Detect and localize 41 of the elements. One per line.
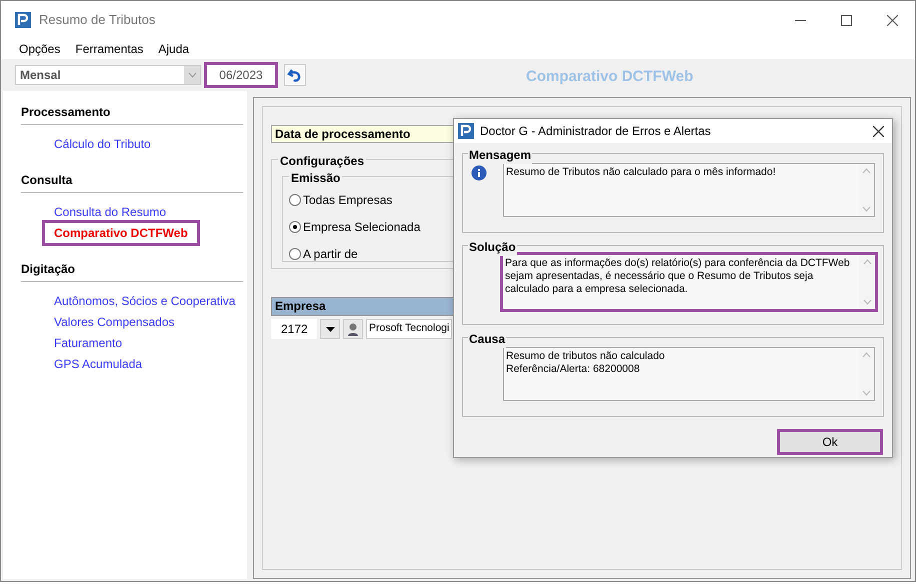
triangle-down-icon bbox=[326, 326, 334, 332]
section-heading: Consulta bbox=[21, 171, 243, 193]
window-title: Resumo de Tributos bbox=[39, 11, 156, 30]
company-code-field[interactable]: 2172 bbox=[271, 319, 317, 339]
radio-label: A partir de bbox=[303, 246, 358, 263]
message-text: Para que as informações do(s) relatório(s) para conferência da DCTFWeb sejam apresentadas, é necessário que o Resumo de Tributos seja calculado para a empresa selecionada. bbox=[504, 256, 851, 297]
close-icon bbox=[872, 126, 884, 136]
menu-item[interactable]: Ferramentas bbox=[75, 40, 144, 58]
dropdown-button[interactable] bbox=[320, 319, 340, 339]
sidebar-link[interactable]: Cálculo do Tributo bbox=[54, 135, 151, 153]
radio-button[interactable] bbox=[289, 221, 301, 233]
sidebar-link[interactable]: Faturamento bbox=[54, 334, 122, 352]
sidebar-link[interactable]: GPS Acumulada bbox=[54, 355, 142, 373]
undo-button[interactable] bbox=[284, 64, 306, 86]
message-text: Resumo de tributos não calculado Referência/Alerta: 68200008 bbox=[505, 349, 666, 377]
search-company-button[interactable] bbox=[343, 319, 363, 339]
ok-button[interactable]: Ok bbox=[780, 432, 880, 452]
person-icon bbox=[346, 322, 360, 336]
radio-label: Empresa Selecionada bbox=[303, 219, 420, 236]
radio-button[interactable] bbox=[289, 248, 301, 260]
section-heading: Processamento bbox=[21, 103, 243, 125]
radio-label: Todas Empresas bbox=[303, 192, 392, 209]
date-field[interactable]: 06/2023 bbox=[207, 65, 275, 85]
message-text: Resumo de Tributos não calculado para o mês informado! bbox=[505, 165, 777, 180]
section-heading: Digitação bbox=[21, 260, 243, 282]
sidebar-link[interactable]: Consulta do Resumo bbox=[54, 203, 166, 221]
sidebar-link[interactable]: Autônomos, Sócios e Cooperativa bbox=[54, 292, 236, 310]
dialog-title: Doctor G - Administrador de Erros e Alertas bbox=[480, 123, 711, 140]
menu-item[interactable]: Ajuda bbox=[158, 40, 190, 58]
maximize-icon bbox=[840, 14, 852, 26]
undo-arrow-icon bbox=[287, 68, 303, 82]
sidebar-link[interactable]: Valores Compensados bbox=[54, 313, 175, 331]
menu-item[interactable]: Opções bbox=[19, 40, 60, 58]
radio-button[interactable] bbox=[289, 194, 301, 206]
company-name-field[interactable]: Prosoft Tecnologi bbox=[366, 319, 452, 339]
dialog-logo-icon bbox=[458, 123, 474, 139]
close-icon bbox=[886, 14, 898, 26]
page-title: Comparativo DCTFWeb bbox=[526, 67, 694, 87]
app-logo-icon bbox=[15, 12, 31, 28]
period-dropdown[interactable]: Mensal bbox=[15, 65, 201, 85]
chevron-down-icon bbox=[188, 72, 196, 78]
